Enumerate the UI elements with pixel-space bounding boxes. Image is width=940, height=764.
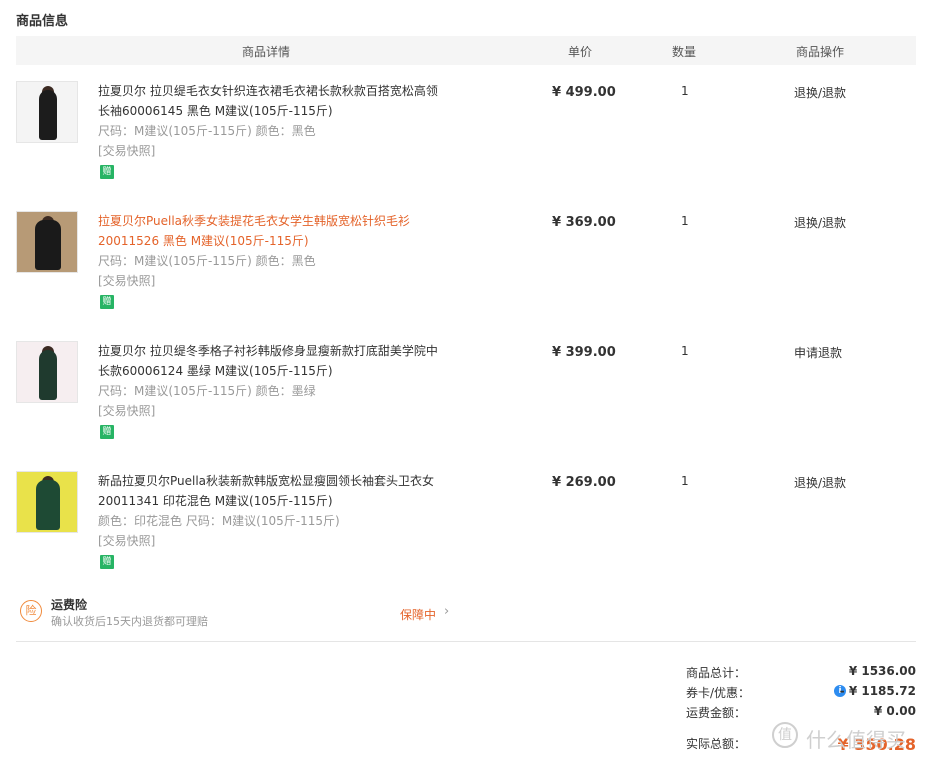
watermark-text: 什么值得买 [806,728,906,752]
gift-badge: 赠 [100,555,114,569]
quantity: 1 [681,474,689,488]
refund-link[interactable]: 退换/退款 [794,84,846,101]
product-title-link[interactable]: 拉夏贝尔 拉贝缇毛衣女针织连衣裙毛衣裙长款秋款百搭宽松高领长袖60006145 … [98,81,438,121]
paid-label: 实际总额： [686,737,747,751]
header-qty: 数量 [672,45,697,59]
header-detail: 商品详情 [242,45,291,59]
unit-price: ¥ 399.00 [552,345,616,360]
order-item: 拉夏贝尔Puella秋季女装提花毛衣女学生韩版宽松针织毛衫20011526 黑色… [16,211,916,331]
product-thumbnail[interactable] [16,341,78,403]
product-title-link[interactable]: 新品拉夏贝尔Puella秋装新款韩版宽松显瘦圆领长袖套头卫衣女20011341 … [98,471,438,511]
refund-link[interactable]: 退换/退款 [794,474,846,491]
watermark-logo-icon: 值 [772,722,798,748]
product-sku: 尺码：M建议(105斤-115斤) 颜色：黑色 [98,124,316,138]
divider [16,641,916,642]
goods-total-value: ¥ 1536.00 [848,664,916,678]
gift-badge: 赠 [100,425,114,439]
refund-link[interactable]: 退换/退款 [794,214,846,231]
order-item: 拉夏贝尔 拉贝缇冬季格子衬衫韩版修身显瘦新款打底甜美学院中长款60006124 … [16,341,916,461]
insurance-status-link[interactable]: 保障中 [400,606,436,623]
insurance-icon: 险 [20,600,42,622]
unit-price: ¥ 269.00 [552,475,616,490]
coupon-value: - ¥ 1185.72 [839,684,916,698]
header-ops: 商品操作 [796,45,845,59]
quantity: 1 [681,84,689,98]
snapshot-link[interactable]: [交易快照] [98,531,155,551]
product-thumbnail[interactable] [16,471,78,533]
summary-shipping: 运费金额： ¥ 0.00 [686,704,918,722]
chevron-right-icon[interactable]: › [444,604,449,619]
product-sku: 尺码：M建议(105斤-115斤) 颜色：黑色 [98,254,316,268]
shipping-label: 运费金额： [686,706,747,720]
header-price: 单价 [568,45,593,59]
snapshot-link[interactable]: [交易快照] [98,141,155,161]
shipping-insurance: 险 运费险 确认收货后15天内退货都可理赔 保障中 › [16,594,916,640]
quantity: 1 [681,344,689,358]
shipping-value: ¥ 0.00 [873,704,916,718]
summary-goods-total: 商品总计： ¥ 1536.00 [686,664,918,682]
product-thumbnail[interactable] [16,81,78,143]
insurance-desc: 确认收货后15天内退货都可理赔 [51,615,208,628]
product-thumbnail[interactable] [16,211,78,273]
summary-coupon: 券卡/优惠： i - ¥ 1185.72 [686,684,918,702]
unit-price: ¥ 499.00 [552,85,616,100]
section-title: 商品信息 [16,14,69,29]
insurance-title: 运费险 [51,598,88,612]
quantity: 1 [681,214,689,228]
gift-badge: 赠 [100,295,114,309]
product-title-link[interactable]: 拉夏贝尔 拉贝缇冬季格子衬衫韩版修身显瘦新款打底甜美学院中长款60006124 … [98,341,438,381]
order-item: 新品拉夏贝尔Puella秋装新款韩版宽松显瘦圆领长袖套头卫衣女20011341 … [16,471,916,591]
product-title-link[interactable]: 拉夏贝尔Puella秋季女装提花毛衣女学生韩版宽松针织毛衫20011526 黑色… [98,211,438,251]
snapshot-link[interactable]: [交易快照] [98,271,155,291]
coupon-label: 券卡/优惠： [686,686,751,700]
unit-price: ¥ 369.00 [552,215,616,230]
snapshot-link[interactable]: [交易快照] [98,401,155,421]
refund-link[interactable]: 申请退款 [794,344,842,361]
goods-total-label: 商品总计： [686,666,747,680]
product-sku: 尺码：M建议(105斤-115斤) 颜色：墨绿 [98,384,316,398]
gift-badge: 赠 [100,165,114,179]
product-sku: 颜色：印花混色 尺码：M建议(105斤-115斤) [98,514,340,528]
order-item: 拉夏贝尔 拉贝缇毛衣女针织连衣裙毛衣裙长款秋款百搭宽松高领长袖60006145 … [16,81,916,201]
table-header: 商品详情 单价 数量 商品操作 [16,36,916,65]
